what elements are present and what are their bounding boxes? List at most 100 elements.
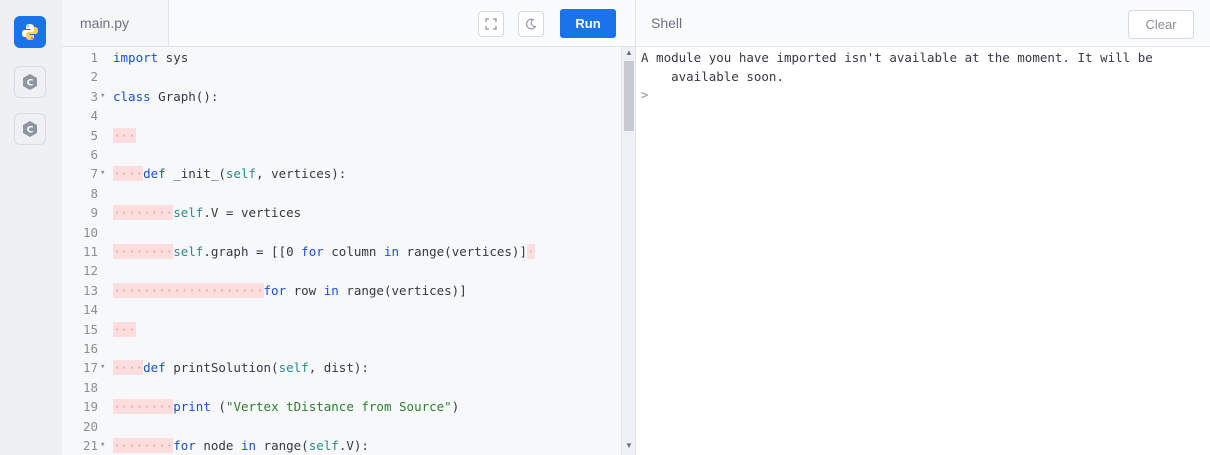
pane-divider[interactable]: [635, 0, 636, 455]
code-line[interactable]: 21 ▾ ········for node in range(self.V):: [62, 436, 621, 455]
code-token: Graph():: [150, 88, 219, 104]
code-token: print: [173, 399, 211, 415]
code-line[interactable]: 13 ····················for row in range(v…: [62, 281, 621, 300]
code-editor[interactable]: 1 import sys 2 3 ▾ class Graph(): 4 5 ··· 6 7 ▾ ····…: [62, 47, 621, 455]
fold-arrow-icon[interactable]: ▾: [100, 358, 110, 377]
line-number: 19: [82, 399, 98, 415]
code-text: ········self.graph = [[0 for column in r…: [113, 242, 535, 261]
python-language-button[interactable]: [14, 16, 46, 48]
scroll-down-icon[interactable]: ▼: [624, 441, 634, 450]
editor-scrollbar[interactable]: ▲ ▼: [621, 47, 636, 455]
cpp-language-button[interactable]: C: [14, 113, 46, 145]
code-token: in: [383, 244, 400, 259]
code-line[interactable]: 1 import sys: [62, 48, 621, 67]
code-token: , dist):: [308, 360, 369, 376]
code-line[interactable]: 20: [62, 417, 621, 436]
moon-icon: [526, 18, 537, 30]
code-token: in: [323, 282, 339, 298]
code-token: range(vertices)]: [399, 244, 527, 259]
code-token: for: [301, 244, 324, 259]
code-token: def: [143, 166, 166, 182]
clear-button[interactable]: Clear: [1128, 10, 1194, 39]
fold-arrow-icon[interactable]: ▾: [100, 87, 110, 106]
file-tab-label: main.py: [80, 15, 130, 31]
dark-mode-button[interactable]: [518, 11, 544, 37]
line-number: 8: [90, 185, 98, 201]
c-language-button[interactable]: C: [14, 66, 46, 98]
line-number: 20: [82, 418, 98, 434]
code-token: for: [263, 282, 287, 298]
fullscreen-button[interactable]: [478, 11, 504, 37]
line-number: 4: [90, 108, 98, 124]
code-line[interactable]: 12: [62, 261, 621, 280]
code-token: row: [286, 282, 324, 298]
line-number: 18: [82, 379, 98, 395]
code-text: ········for node in range(self.V):: [113, 436, 369, 455]
code-line[interactable]: 11 ········self.graph = [[0 for column in…: [62, 242, 621, 261]
shell-prompt[interactable]: >: [641, 88, 648, 102]
code-token: class: [113, 88, 151, 104]
code-line[interactable]: 6: [62, 145, 621, 164]
code-line[interactable]: 16: [62, 339, 621, 358]
code-line[interactable]: 5 ···: [62, 126, 621, 145]
code-token: node: [195, 438, 241, 453]
code-token: .V):: [338, 438, 369, 453]
code-token: .V = vertices: [203, 205, 302, 221]
code-line[interactable]: 7 ▾ ····def _init_(self, vertices):: [62, 164, 621, 183]
run-button[interactable]: Run: [560, 9, 616, 38]
code-line[interactable]: 15 ···: [62, 320, 621, 339]
code-text: import sys: [113, 48, 188, 67]
line-number: 12: [82, 263, 98, 279]
code-line[interactable]: 10: [62, 223, 621, 242]
code-line[interactable]: 9 ········self.V = vertices: [62, 203, 621, 222]
code-text: ········self.V = vertices: [113, 203, 301, 222]
file-tab-main[interactable]: main.py: [62, 0, 169, 46]
svg-text:C: C: [27, 126, 34, 136]
code-token: "Vertex tDistance from Source": [225, 399, 452, 415]
code-token: self: [225, 166, 257, 182]
code-token: range(vertices)]: [338, 282, 467, 298]
line-number: 2: [90, 69, 98, 85]
code-line[interactable]: 18: [62, 378, 621, 397]
code-token: self: [173, 244, 204, 259]
indent-marker: ···: [113, 321, 136, 337]
code-token: sys: [158, 50, 189, 65]
code-line[interactable]: 8: [62, 184, 621, 203]
code-line[interactable]: 14: [62, 300, 621, 319]
fold-arrow-icon[interactable]: ▾: [100, 436, 110, 455]
code-token: _init_(: [165, 166, 226, 182]
line-number: 6: [90, 147, 98, 162]
code-token: self: [308, 438, 339, 453]
line-number: 16: [82, 341, 98, 356]
shell-header: Shell Clear: [636, 0, 1210, 47]
line-number: 5: [90, 127, 98, 143]
line-number: 17: [82, 360, 98, 376]
scrollbar-thumb[interactable]: [624, 61, 634, 131]
code-line[interactable]: 4: [62, 106, 621, 125]
fold-arrow-icon[interactable]: ▾: [100, 164, 110, 183]
code-text: ········print ("Vertex tDistance from So…: [113, 397, 459, 416]
code-line[interactable]: 19 ········print ("Vertex tDistance from …: [62, 397, 621, 416]
code-line[interactable]: 3 ▾ class Graph():: [62, 87, 621, 106]
code-token: import: [113, 50, 159, 65]
editor-toolbar: main.py Run: [62, 0, 635, 47]
c-language-icon: C: [23, 74, 37, 90]
line-number: 10: [82, 224, 98, 240]
indent-marker: ···: [113, 127, 136, 143]
code-token: printSolution(: [165, 360, 279, 376]
code-text: ····def printSolution(self, dist):: [113, 358, 369, 377]
scroll-up-icon[interactable]: ▲: [624, 48, 634, 57]
line-number: 11: [82, 244, 98, 259]
code-token: ): [451, 399, 460, 415]
indent-marker: ········: [113, 244, 174, 259]
line-number: 9: [90, 205, 98, 221]
indent-marker: ····: [113, 166, 144, 182]
code-text: ····················for row in range(ver…: [113, 281, 467, 300]
code-line[interactable]: 17 ▾ ····def printSolution(self, dist):: [62, 358, 621, 377]
line-number: 3: [90, 88, 98, 104]
code-text: class Graph():: [113, 87, 218, 106]
python-icon: [22, 24, 38, 40]
code-token: .graph = [[0: [203, 244, 302, 259]
code-token: ·: [526, 244, 535, 259]
code-line[interactable]: 2: [62, 67, 621, 86]
